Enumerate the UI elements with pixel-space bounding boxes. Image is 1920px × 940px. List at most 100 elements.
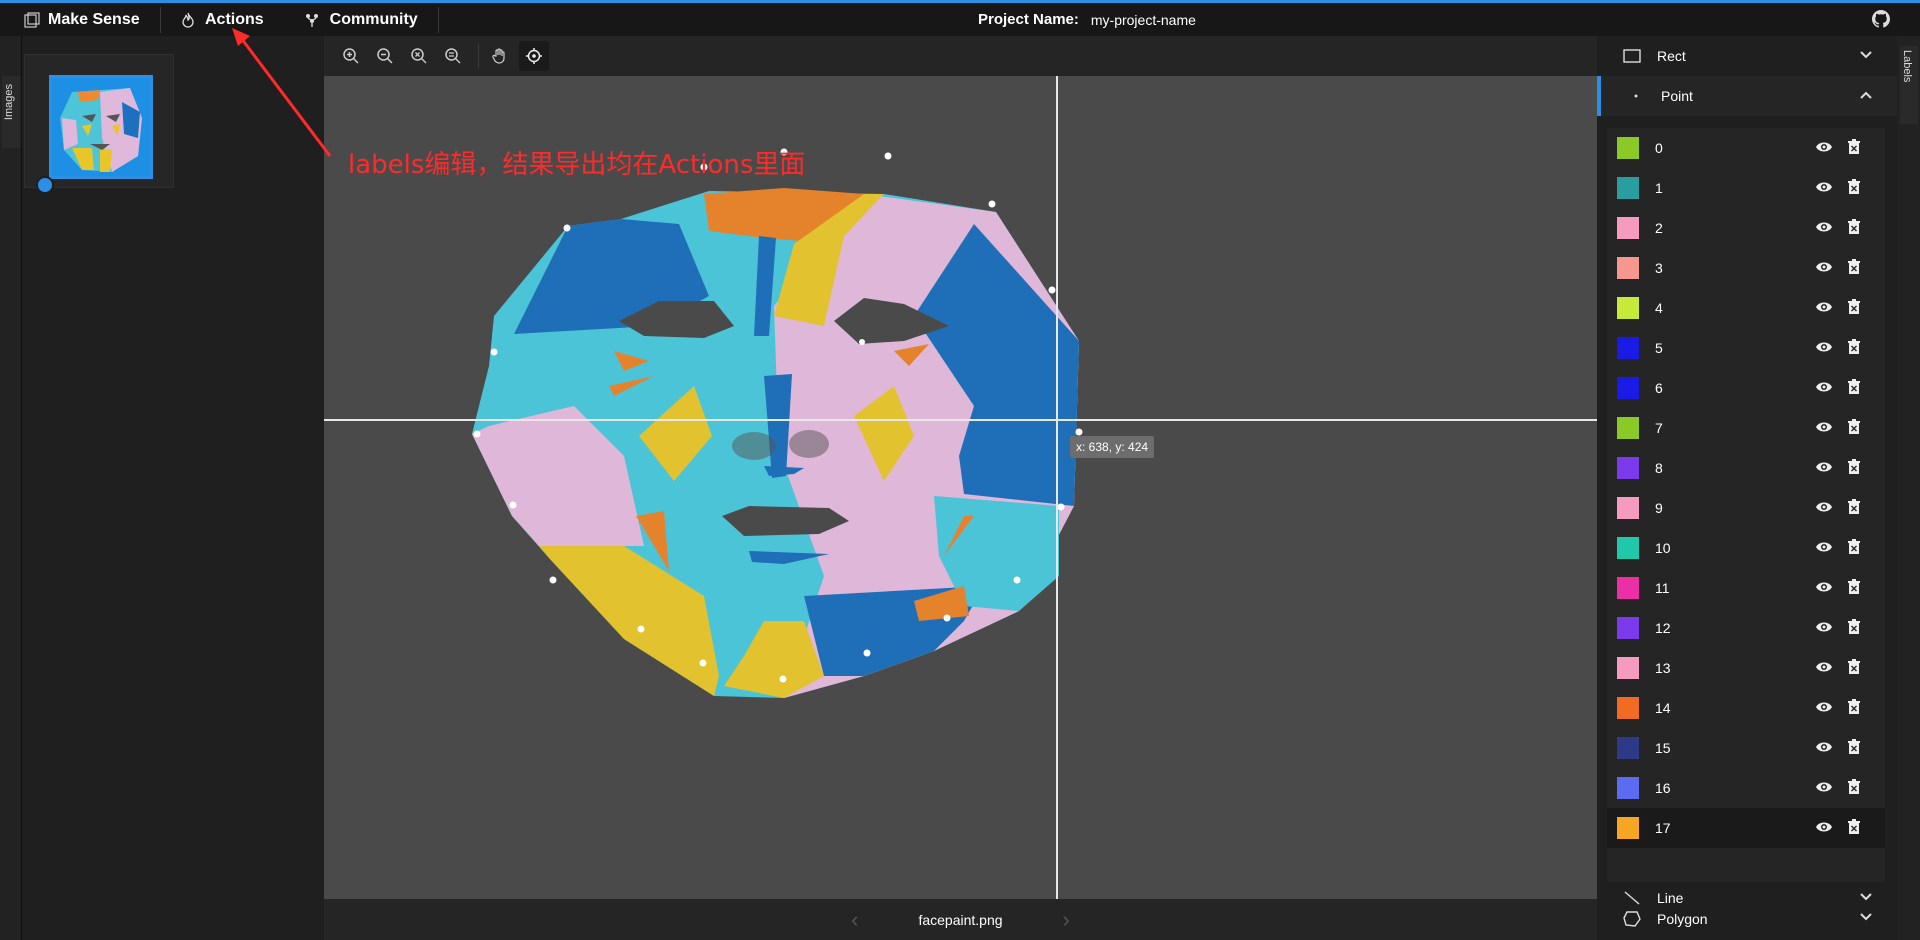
delete-trash-icon[interactable]: [1847, 779, 1861, 800]
label-name[interactable]: 16: [1655, 780, 1671, 796]
label-name[interactable]: 14: [1655, 700, 1671, 716]
visibility-eye-icon[interactable]: [1815, 460, 1833, 479]
label-color-swatch[interactable]: [1617, 497, 1639, 519]
delete-trash-icon[interactable]: [1847, 659, 1861, 680]
delete-trash-icon[interactable]: [1847, 699, 1861, 720]
delete-trash-icon[interactable]: [1847, 139, 1861, 160]
visibility-eye-icon[interactable]: [1815, 140, 1833, 159]
label-color-swatch[interactable]: [1617, 337, 1639, 359]
delete-trash-icon[interactable]: [1847, 539, 1861, 560]
label-row[interactable]: 13: [1607, 648, 1885, 688]
label-name[interactable]: 11: [1655, 580, 1670, 596]
label-color-swatch[interactable]: [1617, 257, 1639, 279]
label-color-swatch[interactable]: [1617, 137, 1639, 159]
project-name-input[interactable]: my-project-name: [1091, 12, 1196, 28]
delete-trash-icon[interactable]: [1847, 739, 1861, 760]
label-color-swatch[interactable]: [1617, 777, 1639, 799]
label-name[interactable]: 2: [1655, 220, 1663, 236]
label-color-swatch[interactable]: [1617, 657, 1639, 679]
visibility-eye-icon[interactable]: [1815, 540, 1833, 559]
visibility-eye-icon[interactable]: [1815, 780, 1833, 799]
delete-trash-icon[interactable]: [1847, 219, 1861, 240]
label-row[interactable]: 9: [1607, 488, 1885, 528]
visibility-eye-icon[interactable]: [1815, 420, 1833, 439]
tool-point-header[interactable]: Point: [1597, 76, 1897, 116]
label-row[interactable]: 5: [1607, 328, 1885, 368]
label-row[interactable]: 15: [1607, 728, 1885, 768]
visibility-eye-icon[interactable]: [1815, 380, 1833, 399]
delete-trash-icon[interactable]: [1847, 299, 1861, 320]
previous-image-button[interactable]: ‹: [851, 907, 858, 933]
delete-trash-icon[interactable]: [1847, 259, 1861, 280]
delete-trash-icon[interactable]: [1847, 819, 1861, 840]
label-color-swatch[interactable]: [1617, 697, 1639, 719]
zoom-max-button[interactable]: [438, 41, 468, 71]
image-thumbnail[interactable]: [49, 75, 153, 179]
visibility-eye-icon[interactable]: [1815, 580, 1833, 599]
visibility-eye-icon[interactable]: [1815, 220, 1833, 239]
label-name[interactable]: 7: [1655, 420, 1663, 436]
visibility-eye-icon[interactable]: [1815, 500, 1833, 519]
delete-trash-icon[interactable]: [1847, 339, 1861, 360]
visibility-eye-icon[interactable]: [1815, 740, 1833, 759]
label-color-swatch[interactable]: [1617, 817, 1639, 839]
visibility-eye-icon[interactable]: [1815, 340, 1833, 359]
delete-trash-icon[interactable]: [1847, 419, 1861, 440]
tool-rect-header[interactable]: Rect: [1597, 36, 1897, 76]
label-row[interactable]: 7: [1607, 408, 1885, 448]
label-color-swatch[interactable]: [1617, 457, 1639, 479]
label-row[interactable]: 8: [1607, 448, 1885, 488]
brand[interactable]: Make Sense: [0, 3, 160, 36]
tool-polygon-header[interactable]: Polygon: [1597, 898, 1897, 940]
label-color-swatch[interactable]: [1617, 737, 1639, 759]
label-name[interactable]: 15: [1655, 740, 1671, 756]
label-row[interactable]: 14: [1607, 688, 1885, 728]
delete-trash-icon[interactable]: [1847, 379, 1861, 400]
label-color-swatch[interactable]: [1617, 417, 1639, 439]
label-name[interactable]: 12: [1655, 620, 1671, 636]
label-name[interactable]: 17: [1655, 820, 1671, 836]
delete-trash-icon[interactable]: [1847, 179, 1861, 200]
visibility-eye-icon[interactable]: [1815, 300, 1833, 319]
visibility-eye-icon[interactable]: [1815, 180, 1833, 199]
label-name[interactable]: 6: [1655, 380, 1663, 396]
pan-button[interactable]: [485, 41, 515, 71]
label-color-swatch[interactable]: [1617, 577, 1639, 599]
label-row[interactable]: 2: [1607, 208, 1885, 248]
zoom-out-button[interactable]: [370, 41, 400, 71]
next-image-button[interactable]: ›: [1063, 907, 1070, 933]
label-name[interactable]: 5: [1655, 340, 1663, 356]
label-name[interactable]: 1: [1655, 180, 1663, 196]
label-row[interactable]: 17: [1607, 808, 1885, 848]
zoom-fit-button[interactable]: [404, 41, 434, 71]
label-color-swatch[interactable]: [1617, 617, 1639, 639]
label-color-swatch[interactable]: [1617, 297, 1639, 319]
label-row[interactable]: 1: [1607, 168, 1885, 208]
label-color-swatch[interactable]: [1617, 377, 1639, 399]
label-row[interactable]: 11: [1607, 568, 1885, 608]
label-row[interactable]: 4: [1607, 288, 1885, 328]
label-row[interactable]: 10: [1607, 528, 1885, 568]
label-row[interactable]: 12: [1607, 608, 1885, 648]
visibility-eye-icon[interactable]: [1815, 260, 1833, 279]
crosshair-button[interactable]: [519, 41, 549, 71]
label-name[interactable]: 4: [1655, 300, 1663, 316]
label-name[interactable]: 3: [1655, 260, 1663, 276]
image-thumbnail-card[interactable]: [24, 54, 174, 188]
label-name[interactable]: 9: [1655, 500, 1663, 516]
label-row[interactable]: 16: [1607, 768, 1885, 808]
delete-trash-icon[interactable]: [1847, 619, 1861, 640]
delete-trash-icon[interactable]: [1847, 459, 1861, 480]
label-name[interactable]: 13: [1655, 660, 1671, 676]
label-name[interactable]: 8: [1655, 460, 1663, 476]
visibility-eye-icon[interactable]: [1815, 700, 1833, 719]
label-row[interactable]: 3: [1607, 248, 1885, 288]
delete-trash-icon[interactable]: [1847, 579, 1861, 600]
label-name[interactable]: 0: [1655, 140, 1663, 156]
github-icon[interactable]: [1872, 10, 1890, 28]
label-row[interactable]: 0: [1607, 128, 1885, 168]
visibility-eye-icon[interactable]: [1815, 660, 1833, 679]
image-canvas[interactable]: x: 638, y: 424: [324, 76, 1597, 899]
visibility-eye-icon[interactable]: [1815, 620, 1833, 639]
label-color-swatch[interactable]: [1617, 217, 1639, 239]
